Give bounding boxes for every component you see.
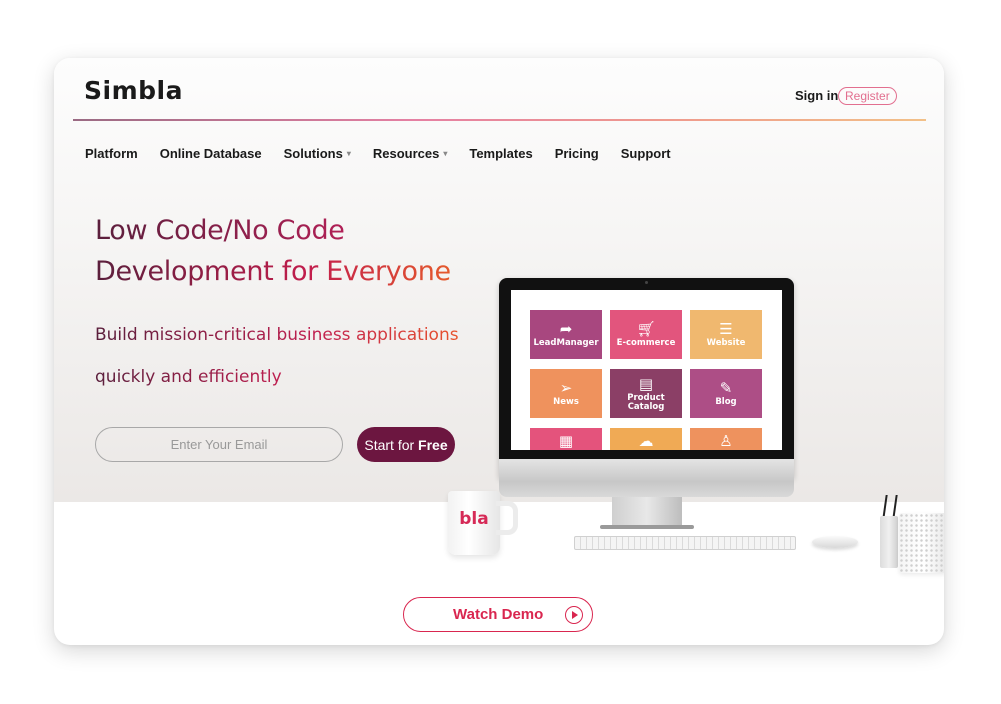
user-icon: ♙ xyxy=(719,432,733,450)
calendar-icon: ▦ xyxy=(558,432,574,450)
nav-pricing[interactable]: Pricing xyxy=(555,146,599,161)
register-button[interactable]: Register xyxy=(838,87,897,105)
catalog-icon: ▤ xyxy=(638,374,654,393)
nav-label: Pricing xyxy=(554,146,599,161)
monitor-stand-base xyxy=(600,525,694,529)
nav-online-database[interactable]: Online Database xyxy=(160,146,262,161)
chevron-down-icon: ▾ xyxy=(346,149,351,158)
nav-label: Solutions xyxy=(283,146,343,161)
app-tile-label: News xyxy=(553,397,579,407)
pen-cup xyxy=(880,516,898,568)
nav-label: Templates xyxy=(469,146,533,161)
headline-line-2: Development for Everyone xyxy=(95,251,451,292)
nav-templates[interactable]: Templates xyxy=(469,146,532,161)
camera-dot xyxy=(645,281,648,284)
paper-plane-icon: ➢ xyxy=(559,379,573,397)
app-tile-label: LeadManager xyxy=(533,338,599,348)
header-divider xyxy=(73,119,926,121)
nav-label: Online Database xyxy=(159,146,262,161)
desk-illustration: ➦ LeadManager 🛒︎ E-commerce ☰ Website ➢ News ▤ Pr… xyxy=(434,273,944,593)
perforated-vase xyxy=(899,513,944,573)
app-tile-label: Blog xyxy=(715,397,737,407)
watch-demo-label: Watch Demo xyxy=(453,606,544,623)
app-tile: ▤ Product Catalog xyxy=(610,369,682,418)
nav-platform[interactable]: Platform xyxy=(85,146,138,161)
monitor-screen: ➦ LeadManager 🛒︎ E-commerce ☰ Website ➢ News ▤ Pr… xyxy=(511,290,782,450)
app-tile: ➢ News xyxy=(530,369,602,418)
app-tile: 🛒︎ E-commerce xyxy=(610,310,682,359)
subheadline-line-1: Build mission-critical business applicat… xyxy=(95,314,459,356)
nav-support[interactable]: Support xyxy=(621,146,671,161)
watch-demo-button[interactable]: Watch Demo xyxy=(403,597,593,632)
hero-subheadline: Build mission-critical business applicat… xyxy=(95,314,459,398)
app-tile-label: Product Catalog xyxy=(627,392,665,412)
app-tile-label: Website xyxy=(706,338,746,348)
website-icon: ☰ xyxy=(719,320,733,338)
app-tile: ☰ Website xyxy=(690,310,762,359)
page-card: Simbla Sign in Register Platform Online … xyxy=(54,58,944,645)
share-arrow-icon: ➦ xyxy=(559,320,573,338)
pencil-icon: ✎ xyxy=(719,379,733,397)
email-input[interactable] xyxy=(95,427,343,462)
app-tile: ➦ LeadManager xyxy=(530,310,602,359)
app-tile: ✎ Blog xyxy=(690,369,762,418)
app-tile: ♙ xyxy=(690,428,762,450)
play-icon xyxy=(565,606,583,624)
app-tile: ▦ xyxy=(530,428,602,450)
headline-line-1: Low Code/No Code xyxy=(95,210,345,251)
monitor: ➦ LeadManager 🛒︎ E-commerce ☰ Website ➢ News ▤ Pr… xyxy=(499,278,794,478)
sign-in-link[interactable]: Sign in xyxy=(795,88,838,103)
chevron-down-icon: ▾ xyxy=(443,149,448,158)
cart-icon: 🛒︎ xyxy=(636,320,656,338)
simbla-logo[interactable]: Simbla xyxy=(84,76,183,105)
nav-label: Resources xyxy=(372,146,440,161)
mouse xyxy=(812,536,858,548)
monitor-stand xyxy=(612,497,682,527)
main-nav: Platform Online Database Solutions ▾ Reso… xyxy=(85,146,693,161)
app-tile: ☁ xyxy=(610,428,682,450)
nav-resources[interactable]: Resources ▾ xyxy=(373,146,448,161)
nav-label: Support xyxy=(620,146,671,161)
keyboard xyxy=(574,536,796,550)
nav-solutions[interactable]: Solutions ▾ xyxy=(284,146,351,161)
subheadline-line-2: quickly and efficiently xyxy=(95,356,282,398)
nav-label: Platform xyxy=(85,146,138,161)
cloud-icon: ☁ xyxy=(638,432,654,450)
monitor-chin xyxy=(499,459,794,497)
start-label: Start for xyxy=(364,436,419,453)
hero-headline: Low Code/No Code Development for Everyon… xyxy=(95,210,451,292)
mug-logo: bla xyxy=(459,509,489,529)
app-tile-label: E-commerce xyxy=(616,338,676,348)
